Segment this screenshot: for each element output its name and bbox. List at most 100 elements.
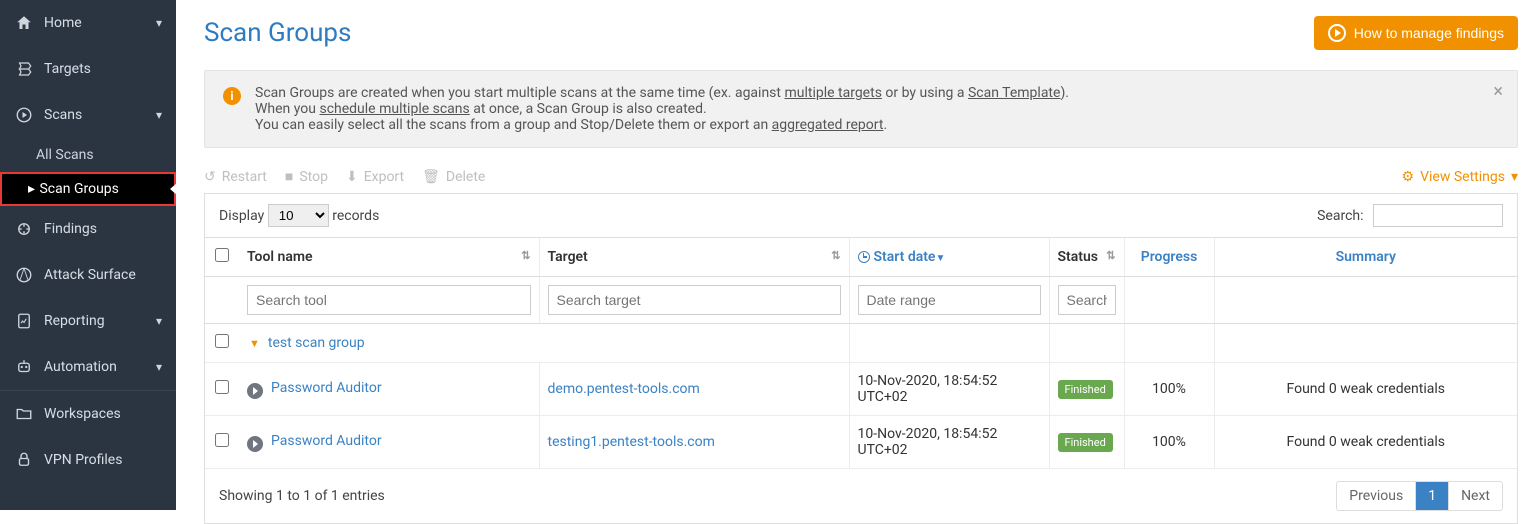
page-1[interactable]: 1 <box>1415 482 1448 510</box>
gear-icon: ⚙ <box>1402 169 1415 185</box>
cell-date: 10-Nov-2020, 18:54:52 UTC+02 <box>849 416 1049 469</box>
delete-button[interactable]: 🗑Delete <box>422 168 485 185</box>
status-badge: Finished <box>1058 433 1113 452</box>
sidebar-item-reporting[interactable]: Reporting ▾ <box>0 298 176 344</box>
table-container: Display 10 records Search: Tool name Tar… <box>204 193 1518 524</box>
caret-right-icon: ▸ <box>28 181 36 197</box>
button-label: How to manage findings <box>1354 25 1504 41</box>
page-size-select[interactable]: 10 <box>268 204 329 227</box>
tool-link[interactable]: Password Auditor <box>271 433 382 449</box>
sidebar-item-attack-surface[interactable]: Attack Surface <box>0 252 176 298</box>
tool-link[interactable]: Password Auditor <box>271 380 382 396</box>
sidebar: Home ▾ Targets Scans ▾ All Scans ▸ Scan … <box>0 0 176 510</box>
sidebar-item-label: Home <box>44 15 82 31</box>
chevron-down-icon: ▾ <box>156 360 162 374</box>
sidebar-item-vpn[interactable]: VPN Profiles <box>0 437 176 483</box>
entries-info: Showing 1 to 1 of 1 entries <box>219 488 385 504</box>
export-button[interactable]: ⬇Export <box>346 168 404 185</box>
workspaces-icon <box>14 404 34 424</box>
row-checkbox[interactable] <box>215 380 229 394</box>
page-prev[interactable]: Previous <box>1337 482 1415 510</box>
undo-icon: ↺ <box>204 169 216 185</box>
pagination: Previous 1 Next <box>1336 481 1503 511</box>
sidebar-item-label: VPN Profiles <box>44 452 122 468</box>
attack-surface-icon <box>14 265 34 285</box>
select-all-checkbox[interactable] <box>215 248 229 262</box>
search-input[interactable] <box>1373 204 1503 227</box>
sidebar-item-label: Automation <box>44 359 117 375</box>
automation-icon <box>14 357 34 377</box>
row-checkbox[interactable] <box>215 433 229 447</box>
download-icon: ⬇ <box>346 169 358 185</box>
caret-down-icon: ▼ <box>249 337 260 350</box>
group-name: test scan group <box>268 335 365 351</box>
chevron-down-icon: ▾ <box>156 108 162 122</box>
info-icon: i <box>223 87 241 105</box>
findings-icon <box>14 219 34 239</box>
sidebar-item-label: Findings <box>44 221 97 237</box>
row-checkbox[interactable] <box>215 334 229 348</box>
sidebar-item-scans[interactable]: Scans ▾ <box>0 92 176 138</box>
play-icon[interactable] <box>247 383 263 399</box>
clock-icon <box>858 251 870 263</box>
sidebar-item-label: Workspaces <box>44 406 121 422</box>
info-banner: i Scan Groups are created when you start… <box>204 70 1518 148</box>
target-link[interactable]: demo.pentest-tools.com <box>548 381 700 397</box>
filter-date-input[interactable] <box>858 285 1041 315</box>
view-settings-button[interactable]: ⚙View Settings▾ <box>1402 168 1518 185</box>
sidebar-sub-label: Scan Groups <box>39 181 118 197</box>
cell-summary: Found 0 weak credentials <box>1214 363 1517 416</box>
filter-tool-input[interactable] <box>247 285 531 315</box>
sidebar-sub-scan-groups[interactable]: ▸ Scan Groups <box>0 172 176 206</box>
sidebar-item-label: Scans <box>44 107 82 123</box>
sidebar-sub-all-scans[interactable]: All Scans <box>0 138 176 172</box>
sidebar-item-home[interactable]: Home ▾ <box>0 0 176 46</box>
play-icon[interactable] <box>247 436 263 452</box>
chevron-down-icon: ▾ <box>156 314 162 328</box>
col-tool-name[interactable]: Tool name <box>239 238 539 277</box>
page-title: Scan Groups <box>204 18 351 48</box>
trash-icon: 🗑 <box>422 169 440 185</box>
close-icon[interactable]: × <box>1493 81 1503 102</box>
how-to-manage-button[interactable]: How to manage findings <box>1314 16 1518 50</box>
reporting-icon <box>14 311 34 331</box>
cell-date: 10-Nov-2020, 18:54:52 UTC+02 <box>849 363 1049 416</box>
cell-summary: Found 0 weak credentials <box>1214 416 1517 469</box>
home-icon <box>14 13 34 33</box>
search-control: Search: <box>1317 204 1503 227</box>
sidebar-item-findings[interactable]: Findings <box>0 206 176 252</box>
link-scan-template[interactable]: Scan Template <box>968 85 1060 101</box>
table-row: Password Auditor demo.pentest-tools.com … <box>205 363 1517 416</box>
sidebar-item-label: Attack Surface <box>44 267 136 283</box>
stop-icon: ■ <box>285 168 293 185</box>
col-start-date[interactable]: Start date <box>849 238 1049 277</box>
filter-target-input[interactable] <box>548 285 841 315</box>
link-multiple-targets[interactable]: multiple targets <box>784 85 881 101</box>
col-summary[interactable]: Summary <box>1214 238 1517 277</box>
group-row[interactable]: ▼ test scan group <box>205 324 1517 363</box>
sidebar-item-label: Targets <box>44 61 91 77</box>
targets-icon <box>14 59 34 79</box>
status-badge: Finished <box>1058 380 1113 399</box>
sidebar-sub-label: All Scans <box>36 147 94 163</box>
restart-button[interactable]: ↺Restart <box>204 168 267 185</box>
vpn-icon <box>14 450 34 470</box>
cell-progress: 100% <box>1124 363 1214 416</box>
col-target[interactable]: Target <box>539 238 849 277</box>
link-schedule-scans[interactable]: schedule multiple scans <box>319 101 469 117</box>
col-status[interactable]: Status <box>1049 238 1124 277</box>
target-link[interactable]: testing1.pentest-tools.com <box>548 434 715 450</box>
main-content: Scan Groups How to manage findings i Sca… <box>176 0 1536 510</box>
stop-button[interactable]: ■Stop <box>285 168 328 185</box>
filter-status-input[interactable] <box>1058 285 1116 315</box>
chevron-down-icon: ▾ <box>156 16 162 30</box>
page-next[interactable]: Next <box>1448 482 1502 510</box>
sidebar-item-automation[interactable]: Automation ▾ <box>0 344 176 390</box>
caret-down-icon: ▾ <box>1511 169 1518 185</box>
sidebar-item-targets[interactable]: Targets <box>0 46 176 92</box>
info-text: Scan Groups are created when you start m… <box>255 85 1069 133</box>
display-control: Display 10 records <box>219 204 379 227</box>
link-aggregated-report[interactable]: aggregated report <box>772 117 884 133</box>
sidebar-item-workspaces[interactable]: Workspaces <box>0 390 176 437</box>
col-progress[interactable]: Progress <box>1124 238 1214 277</box>
